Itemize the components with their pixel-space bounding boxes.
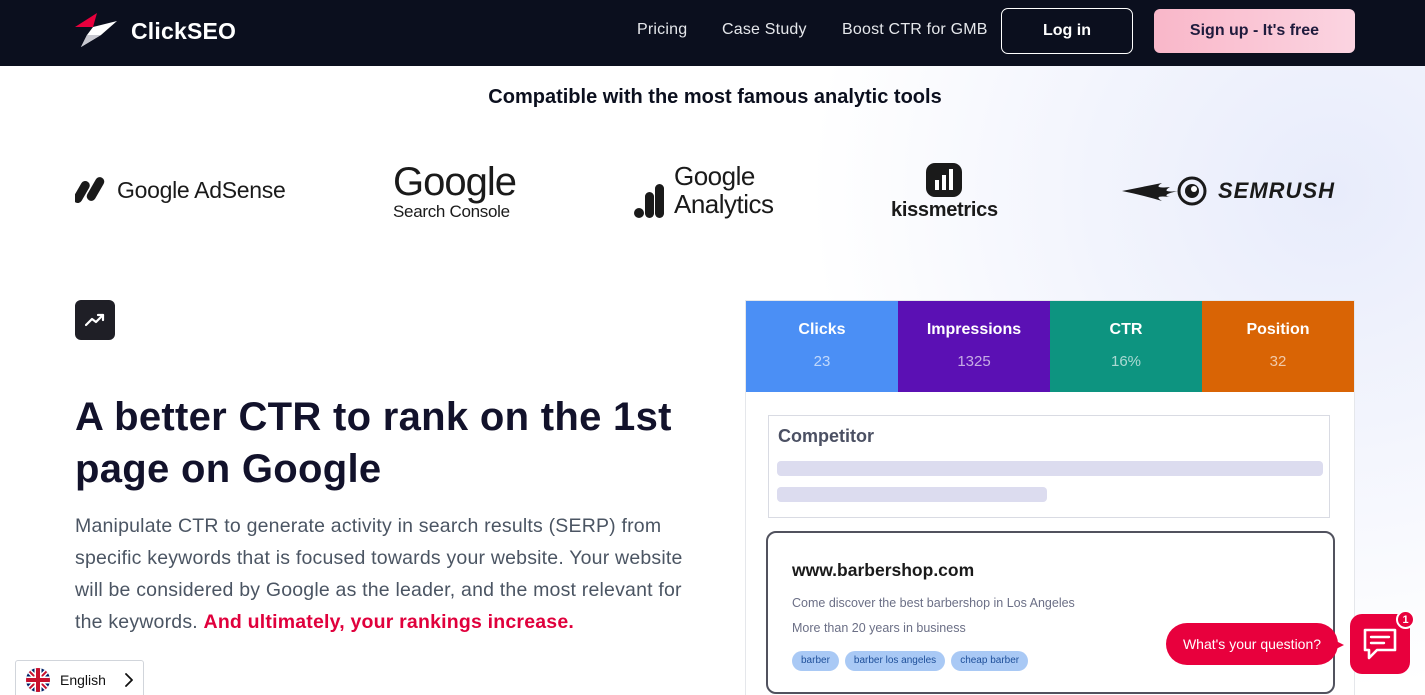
search-result-card: www.barbershop.com Come discover the bes…	[766, 531, 1335, 694]
stat-value: 16%	[1110, 353, 1142, 370]
chat-prompt-bubble[interactable]: What's your question?	[1166, 623, 1338, 665]
feature-headline: A better CTR to rank on the 1st page on …	[75, 395, 672, 491]
brand-name: ClickSEO	[131, 17, 237, 44]
stat-impressions: Impressions 1325	[898, 301, 1050, 392]
feature-description: Manipulate CTR to generate activity in s…	[75, 510, 695, 638]
top-navbar: ClickSEO Pricing Case Study Boost CTR fo…	[0, 0, 1425, 66]
keyword-tag: barber	[792, 651, 839, 671]
skeleton-line	[777, 487, 1047, 502]
stat-value: 23	[813, 353, 831, 370]
stat-position: Position 32	[1202, 301, 1354, 392]
semrush-fireball-icon	[1122, 176, 1207, 206]
chat-icon	[1363, 628, 1397, 660]
kissmetrics-mark-icon	[926, 163, 963, 197]
keyword-tag: cheap barber	[951, 651, 1029, 671]
uk-flag-icon	[26, 668, 50, 692]
language-selector[interactable]: English	[15, 660, 144, 695]
nav-link-pricing[interactable]: Pricing	[637, 21, 687, 39]
google-analytics-logo: Google Analytics	[634, 162, 774, 218]
trending-up-icon	[75, 300, 115, 340]
result-line-1: Come discover the best barbershop in Los…	[792, 596, 1075, 610]
stat-ctr: CTR 16%	[1050, 301, 1202, 392]
keyword-tag: barber los angeles	[844, 651, 946, 671]
analytics-logo-google: Google	[674, 161, 755, 191]
stat-value: 1325	[957, 353, 991, 370]
chevron-right-icon	[125, 673, 133, 687]
stat-label: CTR	[1109, 321, 1143, 338]
stat-label: Clicks	[798, 321, 846, 338]
keyword-tags: barber barber los angeles cheap barber	[792, 651, 1029, 671]
search-console-logo: Google Search Console	[393, 160, 517, 222]
bird-logo-icon	[75, 13, 117, 47]
skeleton-line	[777, 461, 1323, 476]
brand-logo[interactable]: ClickSEO	[75, 13, 236, 49]
signup-button[interactable]: Sign up - It's free	[1154, 9, 1355, 53]
kissmetrics-logo: kissmetrics	[891, 163, 998, 222]
competitor-title: Competitor	[778, 426, 874, 446]
compatible-tools-heading: Compatible with the most famous analytic…	[488, 86, 942, 108]
adsense-logo-text: Google AdSense	[117, 176, 286, 203]
analytics-logo-text: Analytics	[674, 189, 774, 219]
feature-description-highlight: And ultimately, your rankings increase.	[203, 611, 574, 633]
analytics-bars-icon	[634, 184, 664, 218]
search-console-logo-google: Google	[393, 160, 517, 204]
competitor-card: Competitor	[768, 415, 1330, 518]
stat-label: Position	[1246, 321, 1310, 338]
adsense-mark-icon	[75, 177, 105, 203]
stats-bar: Clicks 23 Impressions 1325 CTR 16% Posit…	[746, 301, 1354, 392]
language-name: English	[60, 672, 106, 688]
login-button[interactable]: Log in	[1001, 8, 1133, 54]
adsense-logo: Google AdSense	[75, 176, 286, 204]
chat-bubble-tail	[1330, 638, 1344, 652]
result-url: www.barbershop.com	[792, 560, 975, 580]
result-line-2: More than 20 years in business	[792, 621, 966, 635]
semrush-logo-text: SEMRUSH	[1218, 178, 1336, 203]
nav-link-boost-ctr-gmb[interactable]: Boost CTR for GMB	[842, 21, 988, 39]
stat-label: Impressions	[926, 321, 1022, 338]
search-console-logo-text: Search Console	[393, 202, 510, 221]
stat-value: 32	[1269, 353, 1287, 370]
semrush-logo: SEMRUSH	[1122, 175, 1335, 207]
stat-clicks: Clicks 23	[746, 301, 898, 392]
nav-link-case-study[interactable]: Case Study	[722, 21, 807, 39]
kissmetrics-logo-text: kissmetrics	[891, 199, 998, 221]
chat-unread-badge: 1	[1396, 610, 1415, 629]
